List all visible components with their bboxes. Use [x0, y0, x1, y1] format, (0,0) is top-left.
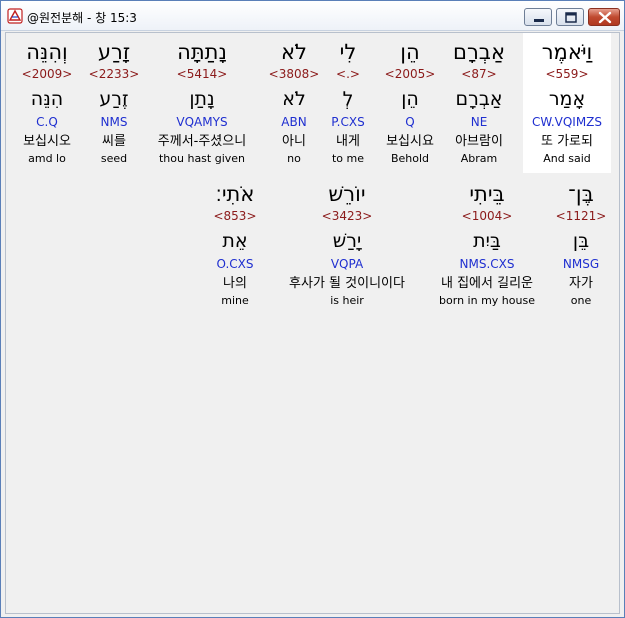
maximize-icon	[565, 12, 577, 23]
hebrew-word: בֵּיתִי	[469, 182, 505, 206]
app-window: @원전분해 - 창 15:3 וַיֹּאמֶר <559> אָמַר CW.…	[0, 0, 625, 618]
korean-gloss: 보십시요	[386, 134, 434, 149]
hebrew-word: הֵן	[400, 40, 420, 64]
parsing-code[interactable]: VQAMYS	[146, 115, 258, 129]
word-column[interactable]: בֵּיתִי <1004> בַּיִת NMS.CXS 내 집에서 길리운 …	[426, 175, 548, 315]
korean-gloss: 또 가로되	[541, 134, 593, 149]
word-column[interactable]: לִי <.> לְ P.CXS 내게 to me	[320, 33, 376, 173]
minimize-button[interactable]	[524, 8, 552, 26]
word-column[interactable]: יוֹרֵשׁ <3423> יָרַשׁ VQPA 후사가 될 것이니이다 i…	[272, 175, 422, 315]
word-column[interactable]: נָתַתָּה <5414> נָתַן VQAMYS 주께서-주셨으니 th…	[146, 33, 258, 173]
maximize-button[interactable]	[556, 8, 584, 26]
hebrew-root: לְ	[342, 88, 354, 110]
hebrew-root: בַּיִת	[473, 230, 501, 252]
korean-gloss: 나의	[223, 276, 247, 291]
english-gloss: to me	[331, 152, 365, 165]
english-gloss: And said	[543, 152, 591, 165]
parsing-code[interactable]: C.Q	[12, 115, 82, 129]
hebrew-root: בֵּן	[572, 230, 590, 252]
hebrew-word: יוֹרֵשׁ	[328, 182, 366, 206]
korean-gloss: 보십시오	[23, 134, 71, 149]
strong-number[interactable]: <3423>	[272, 209, 422, 223]
hebrew-root: הִנֵּה	[30, 88, 64, 110]
english-gloss: amd lo	[28, 152, 66, 165]
close-icon	[598, 11, 612, 24]
word-column[interactable]: בֶּן־ <1121> בֵּן NMSG 자가 one	[553, 175, 609, 315]
english-gloss: thou hast given	[158, 152, 246, 165]
parsing-code[interactable]: NMS	[84, 115, 144, 129]
korean-gloss: 후사가 될 것이니이다	[289, 276, 405, 291]
english-gloss: Abram	[460, 152, 498, 165]
hebrew-word: אַבְרָם	[453, 40, 505, 64]
word-column[interactable]: וְהִנֵּה <2009> הִנֵּה C.Q 보십시오 amd lo	[12, 33, 82, 173]
word-column[interactable]: לֹא <3808> לֹא ABN 아니 no	[264, 33, 324, 173]
hebrew-root: נָתַן	[189, 88, 215, 110]
hebrew-root: אֵת	[222, 230, 248, 252]
strong-number[interactable]: <1004>	[426, 209, 548, 223]
english-gloss: mine	[221, 294, 249, 307]
english-gloss: one	[570, 294, 592, 307]
close-button[interactable]	[588, 8, 620, 26]
english-gloss: no	[287, 152, 301, 165]
korean-gloss: 주께서-주셨으니	[157, 134, 247, 149]
window-title: @원전분해 - 창 15:3	[27, 11, 137, 25]
strong-number[interactable]: <1121>	[553, 209, 609, 223]
hebrew-word: וְהִנֵּה	[26, 40, 68, 64]
strong-number[interactable]: <.>	[320, 67, 376, 81]
strong-number[interactable]: <87>	[439, 67, 519, 81]
hebrew-word: נָתַתָּה	[177, 40, 227, 64]
strong-number[interactable]: <2005>	[374, 67, 446, 81]
parsing-code[interactable]: NMSG	[553, 257, 609, 271]
hebrew-word: בֶּן־	[568, 182, 594, 206]
word-column[interactable]: אַבְרָם <87> אַבְרָם NE 아브람이 Abram	[439, 33, 519, 173]
parsing-code[interactable]: VQPA	[272, 257, 422, 271]
strong-number[interactable]: <5414>	[146, 67, 258, 81]
hebrew-root: זֶרַע	[99, 88, 129, 110]
analysis-pane: וַיֹּאמֶר <559> אָמַר CW.VQIMZS 또 가로되 An…	[5, 32, 620, 614]
hebrew-root: הֵן	[401, 88, 419, 110]
hebrew-root: לֹא	[282, 88, 306, 110]
strong-number[interactable]: <559>	[523, 67, 611, 81]
word-column[interactable]: אֹתִי׃ <853> אֵת O.CXS 나의 mine	[204, 175, 266, 315]
korean-gloss: 자가	[569, 276, 593, 291]
word-column[interactable]: וַיֹּאמֶר <559> אָמַר CW.VQIMZS 또 가로되 An…	[523, 33, 611, 173]
hebrew-root: אַבְרָם	[455, 88, 503, 110]
korean-gloss: 씨를	[102, 134, 126, 149]
app-logo-icon	[7, 8, 23, 24]
parsing-code[interactable]: P.CXS	[320, 115, 376, 129]
korean-gloss: 아브람이	[455, 134, 503, 149]
strong-number[interactable]: <853>	[204, 209, 266, 223]
minimize-icon	[534, 19, 544, 22]
hebrew-word: אֹתִי׃	[215, 182, 255, 206]
hebrew-root: אָמַר	[548, 88, 586, 110]
english-gloss: born in my house	[439, 294, 535, 307]
parsing-code[interactable]: Q	[374, 115, 446, 129]
parsing-code[interactable]: O.CXS	[204, 257, 266, 271]
parsing-code[interactable]: NMS.CXS	[426, 257, 548, 271]
title-bar[interactable]: @원전분해 - 창 15:3	[1, 1, 624, 31]
korean-gloss: 내게	[336, 134, 360, 149]
parsing-code[interactable]: NE	[439, 115, 519, 129]
korean-gloss: 아니	[282, 134, 306, 149]
korean-gloss: 내 집에서 길리운	[441, 276, 533, 291]
strong-number[interactable]: <2009>	[12, 67, 82, 81]
english-gloss: seed	[100, 152, 128, 165]
word-column[interactable]: הֵן <2005> הֵן Q 보십시요 Behold	[374, 33, 446, 173]
hebrew-word: לִי	[339, 40, 357, 64]
strong-number[interactable]: <2233>	[84, 67, 144, 81]
hebrew-word: זָרַע	[97, 40, 131, 64]
hebrew-root: יָרַשׁ	[332, 230, 362, 252]
english-gloss: is heir	[330, 294, 364, 307]
english-gloss: Behold	[390, 152, 430, 165]
parsing-code[interactable]: CW.VQIMZS	[523, 115, 611, 129]
word-column[interactable]: זָרַע <2233> זֶרַע NMS 씨를 seed	[84, 33, 144, 173]
parsing-code[interactable]: ABN	[264, 115, 324, 129]
hebrew-word: וַיֹּאמֶר	[541, 40, 593, 64]
hebrew-word: לֹא	[281, 40, 307, 64]
strong-number[interactable]: <3808>	[264, 67, 324, 81]
